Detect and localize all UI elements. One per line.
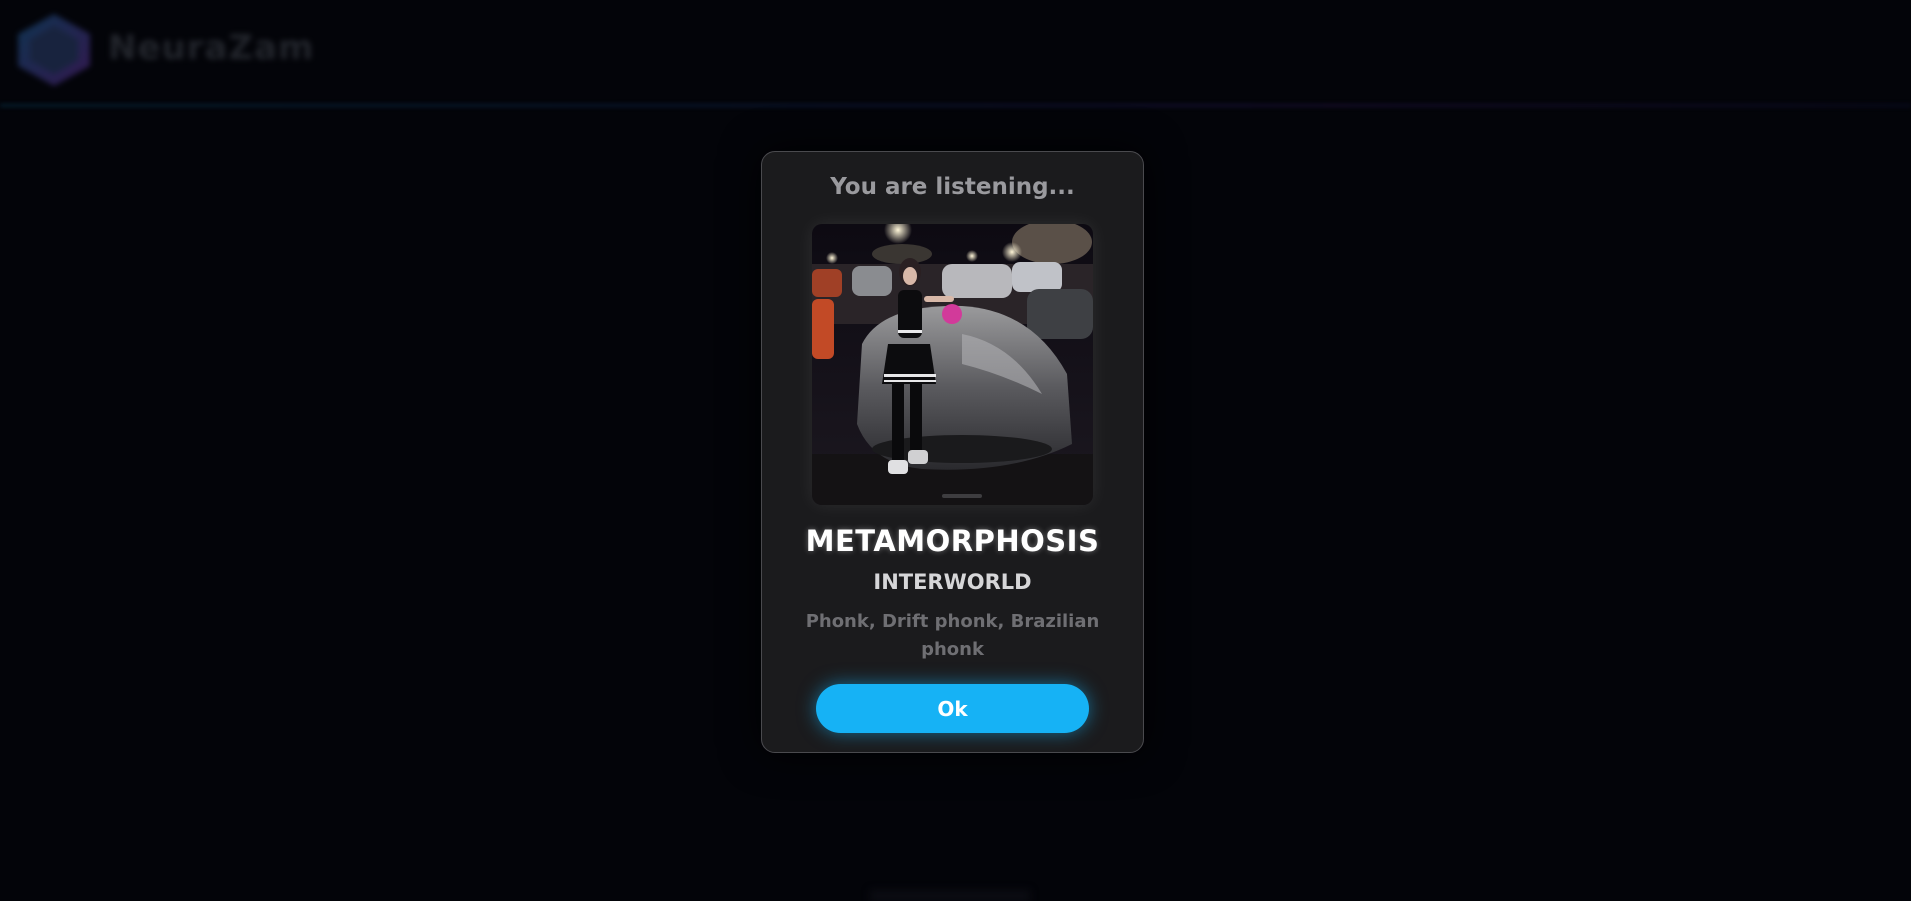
genre-list: Phonk, Drift phonk, Brazilian phonk (805, 611, 1100, 660)
now-playing-modal: You are listening... METAMORPHOSIS INTER… (761, 151, 1144, 753)
track-title: METAMORPHOSIS (805, 524, 1100, 558)
header: NeuraZam (0, 0, 1911, 106)
background-footer-shadow (870, 890, 1030, 901)
artist-name: INTERWORLD (873, 570, 1032, 594)
modal-title: You are listening... (830, 174, 1075, 200)
logo-text[interactable]: NeuraZam (108, 28, 314, 68)
neurazam-logo-icon[interactable] (12, 10, 96, 90)
app-root: NeuraZam You are listening... METAMORPHO… (0, 0, 1911, 901)
album-cover-art (812, 224, 1093, 505)
header-divider (0, 104, 1911, 107)
ok-button[interactable]: Ok (816, 684, 1089, 733)
